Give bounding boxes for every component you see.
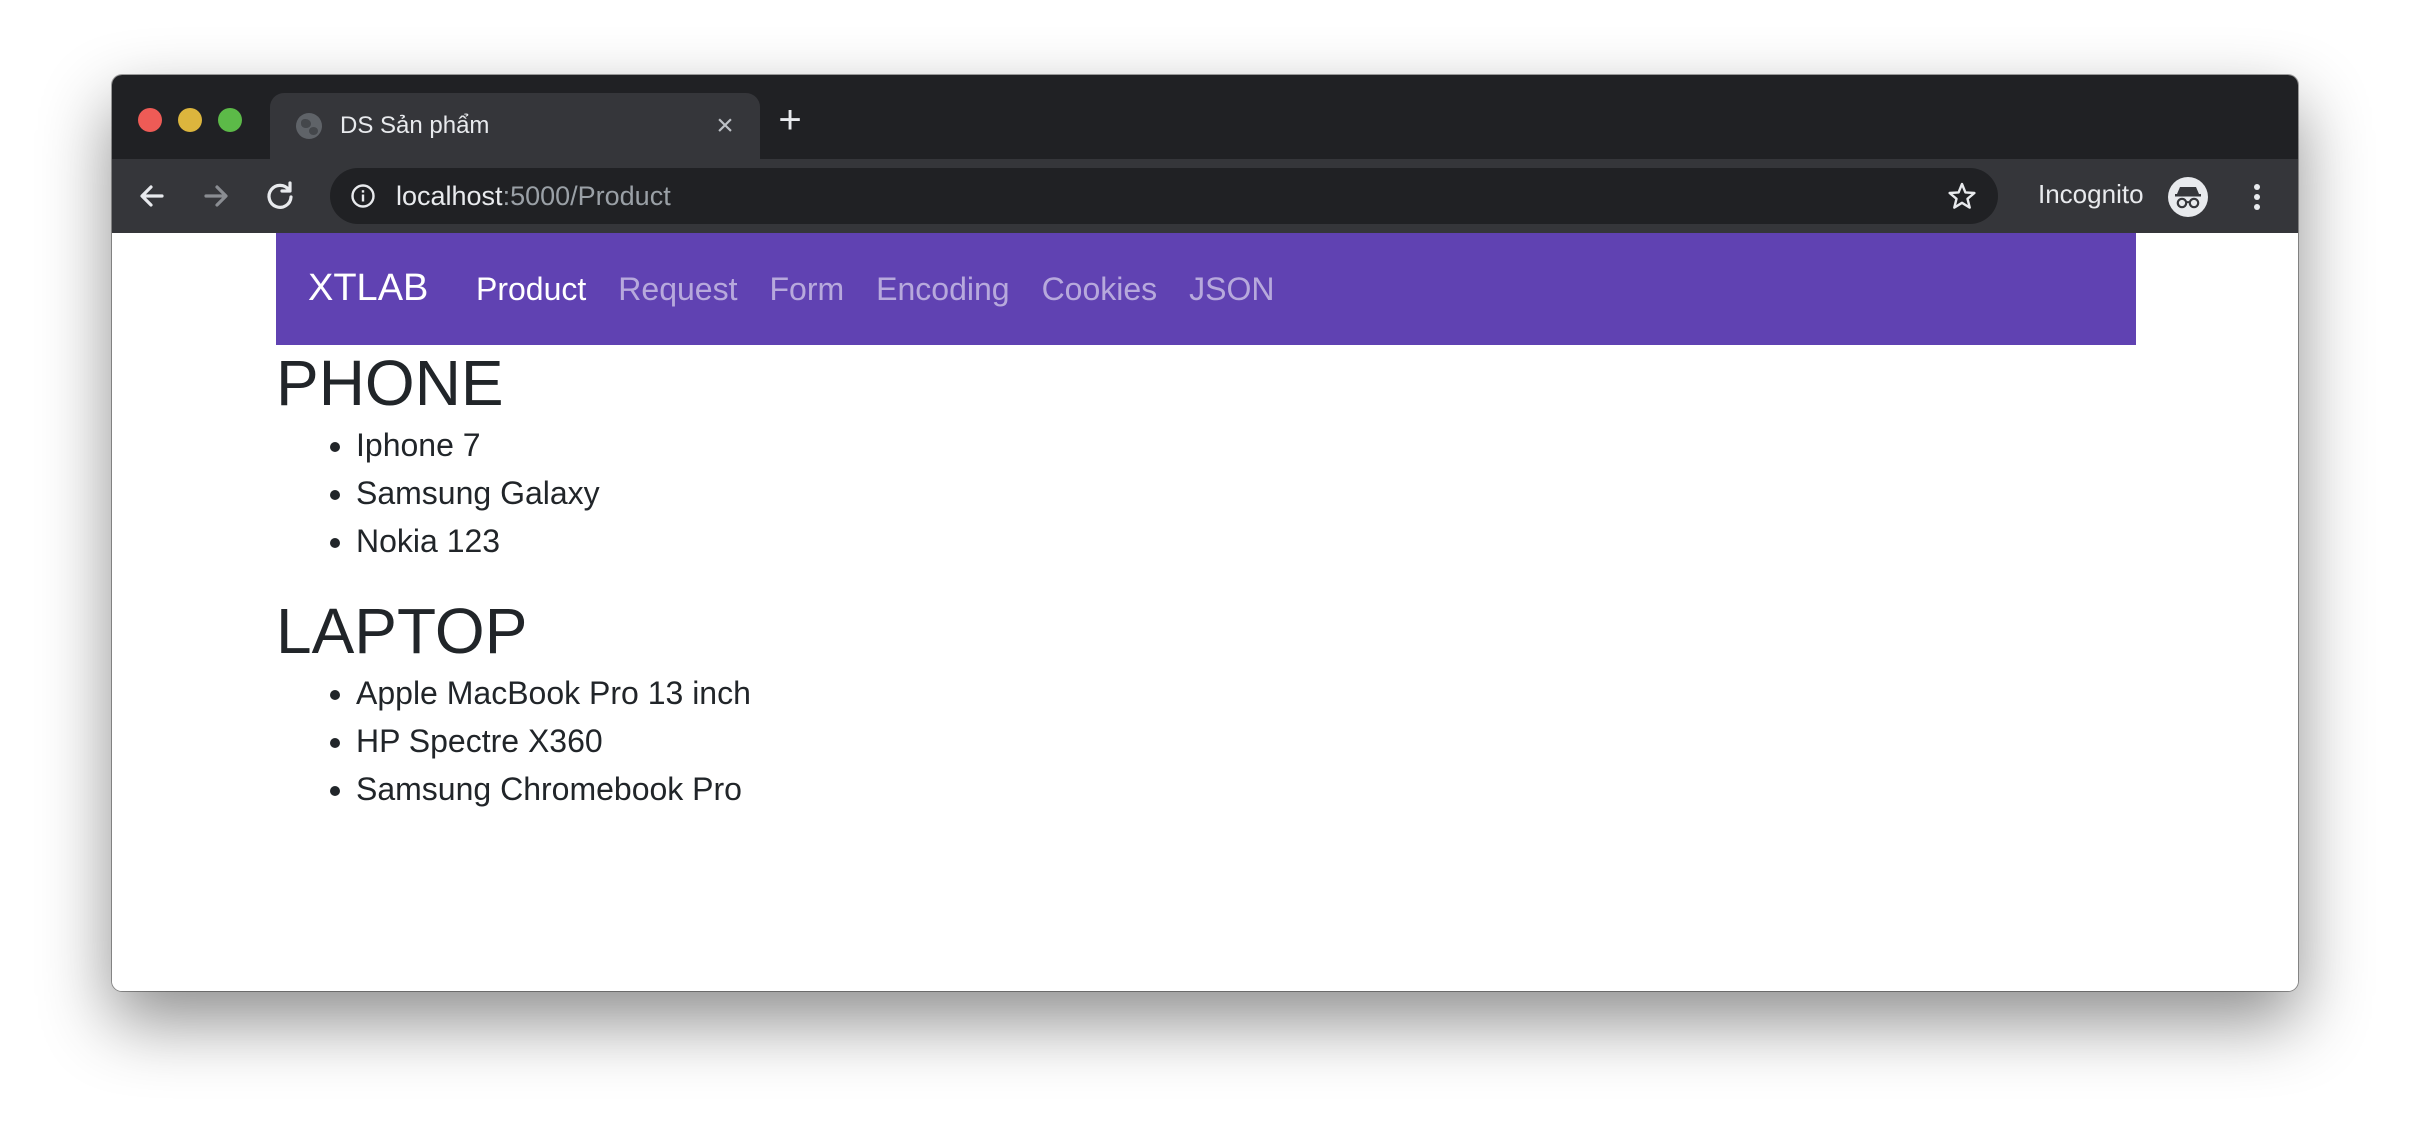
- maximize-window-button[interactable]: [218, 108, 242, 132]
- incognito-label[interactable]: Incognito: [2038, 179, 2144, 210]
- navbar-links: Product Request Form Encoding Cookies JS…: [476, 271, 1307, 307]
- address-bar[interactable]: localhost:5000/Product: [330, 168, 1998, 224]
- incognito-icon[interactable]: [2168, 177, 2208, 217]
- nav-link-encoding[interactable]: Encoding: [876, 271, 1009, 307]
- url-text[interactable]: localhost:5000/Product: [396, 181, 671, 212]
- tab-title: DS Sản phẩm: [340, 112, 490, 139]
- reload-icon: [267, 181, 293, 209]
- list-item: Nokia 123: [356, 517, 751, 565]
- list-item: Samsung Galaxy: [356, 469, 751, 517]
- list-item: Iphone 7: [356, 421, 751, 469]
- arrow-left-icon: [140, 185, 164, 207]
- nav-link-json[interactable]: JSON: [1189, 271, 1274, 307]
- reload-button[interactable]: [260, 176, 300, 216]
- screenshot-stage: DS Sản phẩm × + localhost:5000/Product I…: [0, 0, 2410, 1140]
- browser-tab[interactable]: DS Sản phẩm ×: [270, 93, 760, 159]
- main-content: PHONE Iphone 7 Samsung Galaxy Nokia 123 …: [276, 345, 751, 813]
- section-heading-laptop: LAPTOP: [276, 595, 528, 667]
- laptop-list: Apple MacBook Pro 13 inch HP Spectre X36…: [276, 669, 751, 813]
- arrow-right-icon: [204, 185, 228, 207]
- browser-toolbar: localhost:5000/Product Incognito: [112, 159, 2298, 233]
- info-icon[interactable]: [350, 183, 376, 209]
- nav-link-form[interactable]: Form: [769, 271, 844, 307]
- url-path: :5000/Product: [502, 181, 671, 211]
- forward-button[interactable]: [196, 176, 236, 216]
- nav-link-request[interactable]: Request: [618, 271, 737, 307]
- close-tab-icon[interactable]: ×: [712, 111, 738, 141]
- page-viewport: XTLAB Product Request Form Encoding Cook…: [112, 233, 2298, 991]
- globe-icon: [296, 113, 322, 139]
- list-item: Samsung Chromebook Pro: [356, 765, 751, 813]
- list-item: Apple MacBook Pro 13 inch: [356, 669, 751, 717]
- minimize-window-button[interactable]: [178, 108, 202, 132]
- site-navbar: XTLAB Product Request Form Encoding Cook…: [276, 233, 2136, 345]
- nav-link-cookies[interactable]: Cookies: [1042, 271, 1158, 307]
- list-item: HP Spectre X360: [356, 717, 751, 765]
- close-window-button[interactable]: [138, 108, 162, 132]
- url-host: localhost: [396, 181, 503, 211]
- star-icon[interactable]: [1946, 180, 1978, 212]
- back-button[interactable]: [132, 176, 172, 216]
- phone-list: Iphone 7 Samsung Galaxy Nokia 123: [276, 421, 751, 565]
- nav-link-product[interactable]: Product: [476, 271, 586, 307]
- section-heading-phone: PHONE: [276, 347, 504, 419]
- navbar-brand[interactable]: XTLAB: [308, 267, 428, 310]
- browser-window: DS Sản phẩm × + localhost:5000/Product I…: [112, 75, 2298, 991]
- tab-strip: DS Sản phẩm × +: [112, 75, 2298, 159]
- kebab-menu-icon[interactable]: [2242, 177, 2272, 217]
- new-tab-button[interactable]: +: [772, 100, 808, 140]
